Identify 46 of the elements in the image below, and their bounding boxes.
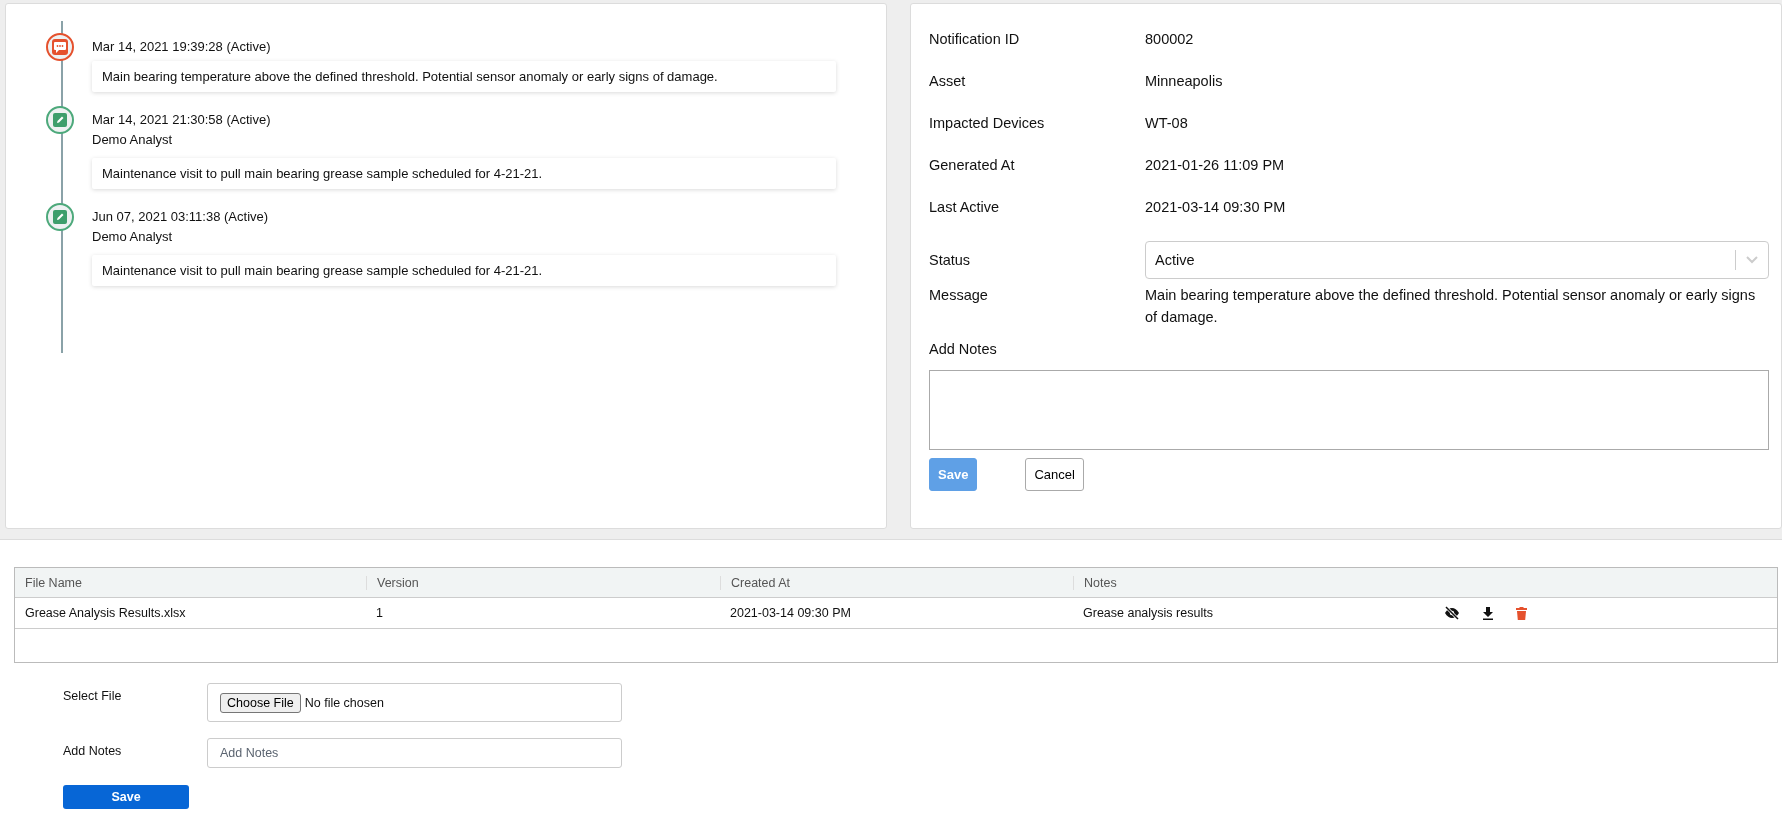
field-value: 800002 <box>1145 30 1195 49</box>
chevron-down-icon <box>1746 256 1758 264</box>
field-value: 2021-01-26 11:09 PM <box>1145 156 1286 175</box>
timeline-timestamp: Mar 14, 2021 19:39:28 (Active) <box>92 39 272 55</box>
field-label: Notification ID <box>929 30 1021 49</box>
download-icon[interactable] <box>1482 606 1494 620</box>
save-button[interactable]: Save <box>63 785 189 809</box>
pencil-icon <box>46 106 74 134</box>
add-notes-label: Add Notes <box>929 340 998 359</box>
field-label: Message <box>929 286 989 305</box>
trash-icon[interactable] <box>1516 606 1527 620</box>
timeline-author: Demo Analyst <box>92 132 174 148</box>
field-label: Asset <box>929 72 967 91</box>
table-cell-text: Grease analysis results <box>1082 606 1214 620</box>
add-notes-label: Add Notes <box>63 743 123 758</box>
timeline-timestamp: Mar 14, 2021 21:30:58 (Active) <box>92 112 272 128</box>
timeline-note: Maintenance visit to pull main bearing grease sample scheduled for 4-21-21. <box>92 158 836 189</box>
table-cell-text: 1 <box>375 606 384 620</box>
notes-field[interactable] <box>929 370 1769 450</box>
select-file-label: Select File <box>63 688 123 703</box>
table-cell-text: Grease Analysis Results.xlsx <box>24 606 187 620</box>
column-header: File Name <box>24 575 83 590</box>
field-label: Status <box>929 251 972 270</box>
field-value: Main bearing temperature above the defined threshold. Potential sensor anomaly or early signs of damage. <box>1145 286 1757 327</box>
column-header: Notes <box>1073 575 1426 590</box>
column-header: Version <box>366 575 720 590</box>
field-value: WT-08 <box>1145 114 1189 133</box>
timeline-note: Main bearing temperature above the defined threshold. Potential sensor anomaly or early signs of damage. <box>92 61 836 92</box>
status-dropdown[interactable]: Active <box>1145 241 1769 279</box>
timeline-author: Demo Analyst <box>92 229 174 245</box>
field-value: 2021-03-14 09:30 PM <box>1145 198 1287 217</box>
field-label: Generated At <box>929 156 1016 175</box>
eye-slash-icon[interactable] <box>1444 606 1460 620</box>
choose-file-button[interactable]: Choose File <box>220 692 301 713</box>
field-label: Last Active <box>929 198 1001 217</box>
field-value: Minneapolis <box>1145 72 1224 91</box>
column-header: Created At <box>720 575 1073 590</box>
table-cell-text: 2021-03-14 09:30 PM <box>729 606 852 620</box>
notes-input[interactable]: Add Notes <box>207 738 622 768</box>
pencil-icon <box>46 203 74 231</box>
timeline-timestamp: Jun 07, 2021 03:11:38 (Active) <box>92 209 270 225</box>
field-label: Impacted Devices <box>929 114 1046 133</box>
file-status-text: No file chosen <box>304 695 384 710</box>
cancel-button[interactable]: Cancel <box>1025 458 1084 491</box>
chat-icon <box>46 33 74 61</box>
timeline-note: Maintenance visit to pull main bearing grease sample scheduled for 4-21-21. <box>92 255 836 286</box>
